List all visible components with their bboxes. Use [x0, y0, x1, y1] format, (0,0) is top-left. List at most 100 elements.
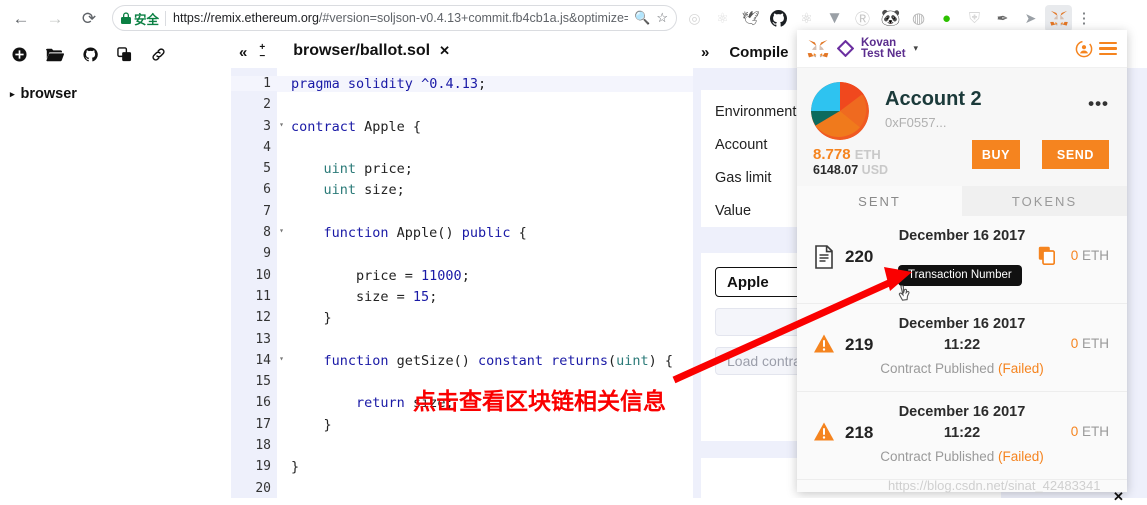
- tooltip: Transaction Number: [892, 265, 1022, 286]
- metamask-popup: Kovan Test Net ▾ Account 2 0xF0557... ••…: [797, 30, 1127, 492]
- line-number: 4: [263, 139, 271, 155]
- line-number: 7: [263, 203, 271, 219]
- tab-sent[interactable]: SENT: [797, 186, 962, 216]
- metamask-fox-icon[interactable]: [1045, 4, 1072, 32]
- code-line: 9: [231, 246, 693, 267]
- network-label[interactable]: Kovan Test Net: [861, 37, 906, 60]
- kebab-menu-icon[interactable]: ⋮: [1072, 5, 1096, 32]
- fold-caret-icon[interactable]: ▾: [279, 120, 284, 129]
- screen-root: ← → ⟳ 安全 https://remix.ethereum.org/#ver…: [0, 0, 1147, 505]
- font-size-icon[interactable]: + −: [259, 43, 265, 62]
- close-icon[interactable]: ✕: [1113, 489, 1124, 505]
- account-address[interactable]: 0xF0557...: [885, 115, 946, 130]
- code-line: 2: [231, 97, 693, 118]
- react-icon[interactable]: ⚛: [793, 5, 820, 32]
- fold-caret-icon[interactable]: ▾: [279, 226, 284, 235]
- file-tree-root[interactable]: ▸ browser: [0, 62, 231, 102]
- github-icon[interactable]: [83, 47, 98, 62]
- github-icon[interactable]: [765, 5, 792, 32]
- code-line: 18: [231, 438, 693, 459]
- wechat-icon[interactable]: ●: [933, 5, 960, 32]
- tab-tokens[interactable]: TOKENS: [962, 186, 1127, 216]
- close-icon[interactable]: ✕: [439, 43, 450, 59]
- transaction-list[interactable]: 220 December 16 2017 Contract Published 0 E…: [797, 216, 1127, 492]
- line-number: 16: [255, 395, 271, 411]
- transaction-amount: 0 ETH: [1071, 248, 1109, 263]
- reload-icon[interactable]: ⟳: [72, 3, 106, 33]
- transaction-row[interactable]: 219 December 16 2017 11:22 Contract Publish…: [797, 304, 1127, 392]
- line-number: 14 ▾: [255, 352, 284, 368]
- transaction-amount: 0 ETH: [1071, 336, 1109, 351]
- line-number: 19: [255, 459, 271, 475]
- metamask-account-section: Account 2 0xF0557... ••• 8.778 ETH 6148.…: [797, 68, 1127, 186]
- link-icon[interactable]: [151, 47, 166, 62]
- transaction-amount-value: 0: [1070, 248, 1079, 263]
- parens-icon[interactable]: ◍: [905, 5, 932, 32]
- chevron-down-icon[interactable]: ▾: [914, 43, 919, 54]
- target-icon[interactable]: ◎: [681, 5, 708, 32]
- line-number: 8 ▾: [263, 225, 284, 241]
- editor-tabbar: « + − browser/ballot.sol ✕: [231, 36, 693, 68]
- editor-panel: « + − browser/ballot.sol ✕ 1 pragma solidi…: [231, 36, 693, 505]
- transaction-row[interactable]: 218 December 16 2017 11:22 Contract Publish…: [797, 392, 1127, 480]
- line-number: 17: [255, 416, 271, 432]
- code-text: }: [291, 416, 332, 433]
- balance-eth-value: 8.778: [813, 146, 851, 163]
- tab-compile[interactable]: Compile: [717, 39, 801, 65]
- caret-right-icon[interactable]: ▸: [10, 89, 15, 100]
- open-folder-icon[interactable]: [46, 48, 64, 62]
- star-icon[interactable]: ☆: [656, 10, 668, 26]
- line-number: 11: [255, 288, 271, 304]
- code-text: }: [291, 459, 300, 476]
- code-line: 17 }: [231, 417, 693, 438]
- vuejs-icon[interactable]: ▼: [821, 5, 848, 32]
- atom-icon[interactable]: ⚛: [709, 5, 736, 32]
- document-icon: [813, 245, 835, 269]
- diamond-icon: [836, 39, 855, 58]
- copy-icon[interactable]: [1038, 246, 1056, 266]
- line-number: 13: [255, 331, 271, 347]
- code-text: pragma solidity ^0.4.13;: [277, 76, 693, 92]
- code-lines: 1 pragma solidity ^0.4.13; 2 3 ▾ contract App…: [231, 68, 693, 505]
- line-number: 20: [255, 480, 271, 496]
- metamask-header: Kovan Test Net ▾: [797, 30, 1127, 68]
- file-tree-label: browser: [20, 86, 77, 102]
- search-zoom-icon[interactable]: 🔍: [634, 10, 650, 26]
- hamburger-icon[interactable]: [1099, 41, 1117, 56]
- line-number: 10: [255, 267, 271, 283]
- code-editor[interactable]: 1 pragma solidity ^0.4.13; 2 3 ▾ contract App…: [231, 68, 693, 505]
- balance-eth: 8.778 ETH: [813, 146, 881, 163]
- bird-icon[interactable]: 🕊: [737, 5, 764, 32]
- editor-tab-ballot-sol[interactable]: browser/ballot.sol ✕: [281, 41, 461, 63]
- address-bar[interactable]: 安全 https://remix.ethereum.org/#version=s…: [112, 5, 677, 31]
- collapse-right-icon[interactable]: »: [697, 44, 717, 61]
- transaction-amount-unit: ETH: [1082, 424, 1109, 439]
- create-file-icon[interactable]: [12, 47, 27, 62]
- line-number: 6: [263, 182, 271, 198]
- fold-caret-icon[interactable]: ▾: [279, 354, 284, 363]
- transaction-row[interactable]: 220December 16 2017Contract Published0 E…: [797, 216, 1127, 304]
- lock-icon: [121, 12, 131, 24]
- transaction-status: Contract Published (Failed): [797, 449, 1127, 464]
- pen-icon[interactable]: ✒: [989, 5, 1016, 32]
- buy-button[interactable]: BUY: [972, 140, 1020, 169]
- code-line: 19}: [231, 459, 693, 480]
- account-switch-icon[interactable]: [1075, 40, 1093, 58]
- line-number: 5: [263, 161, 271, 177]
- paper-plane-icon[interactable]: ➤: [1017, 5, 1044, 32]
- back-arrow-icon[interactable]: ←: [4, 3, 38, 33]
- copy-icon[interactable]: [117, 47, 132, 62]
- ellipsis-icon[interactable]: •••: [1088, 94, 1109, 114]
- send-button[interactable]: SEND: [1042, 140, 1109, 169]
- collapse-left-icon[interactable]: «: [239, 44, 247, 61]
- shield-icon[interactable]: ⛨: [961, 5, 988, 32]
- forward-arrow-icon[interactable]: →: [38, 3, 72, 33]
- panda-icon[interactable]: 🐼: [877, 5, 904, 32]
- code-text: uint price;: [323, 161, 413, 178]
- transaction-status-text: Contract Published: [880, 361, 999, 376]
- network-line-2: Test Net: [861, 47, 906, 60]
- code-line: 11 size = 15;: [231, 289, 693, 310]
- r-circle-icon[interactable]: Ⓡ: [849, 5, 876, 32]
- code-line: 3 ▾ contract Apple {: [231, 119, 693, 140]
- line-number: 9: [263, 246, 271, 262]
